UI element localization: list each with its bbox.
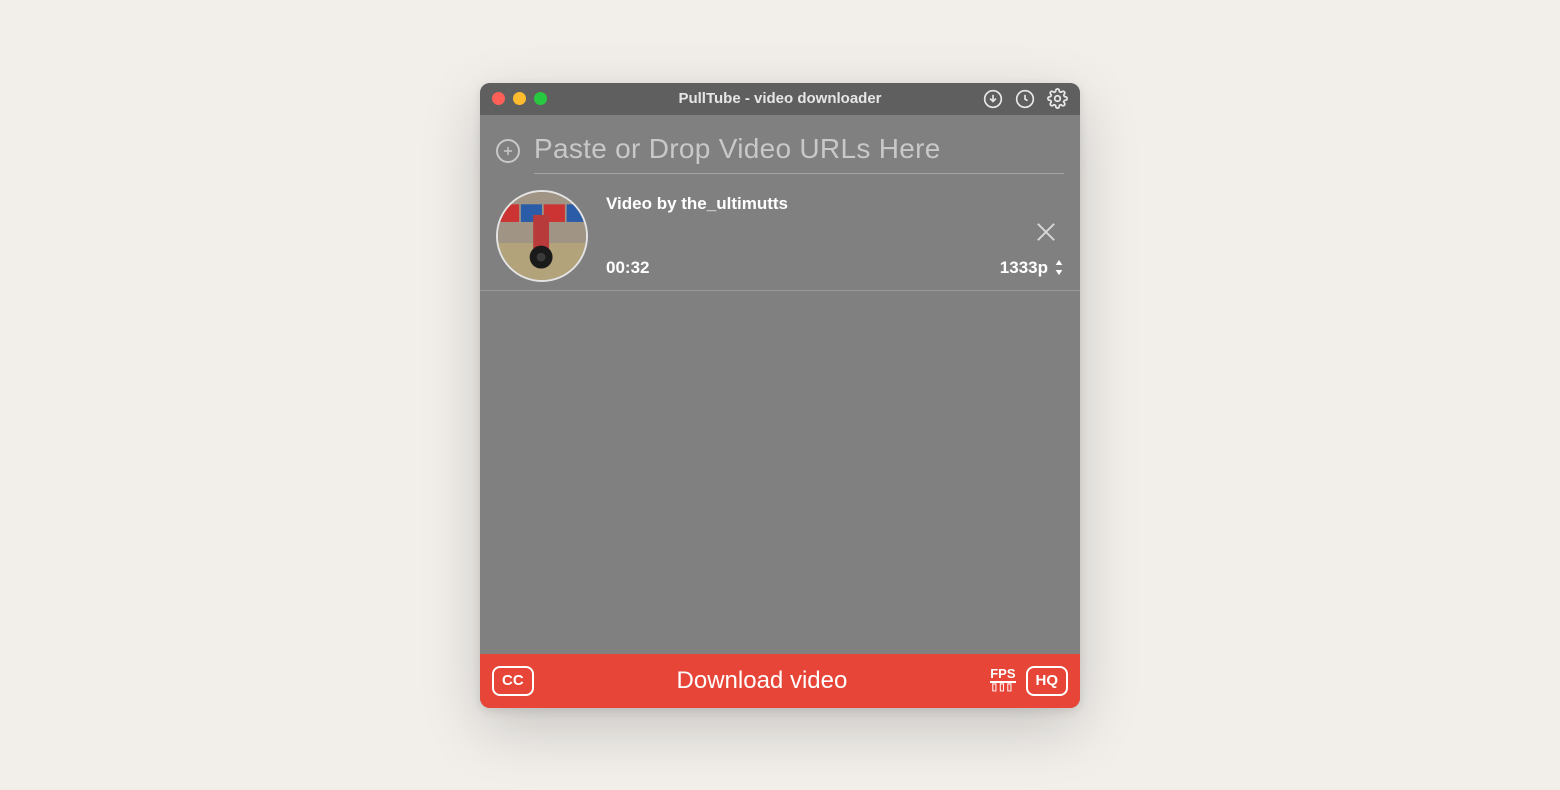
settings-icon[interactable] (1046, 88, 1068, 110)
fps-label: FPS (990, 666, 1015, 681)
hq-button[interactable]: HQ (1026, 666, 1069, 696)
traffic-lights (492, 92, 547, 105)
chevron-updown-icon (1054, 260, 1064, 275)
app-window: PullTube - video downloader (480, 83, 1080, 708)
close-window-button[interactable] (492, 92, 505, 105)
add-url-button[interactable] (496, 139, 520, 163)
titlebar-actions (982, 88, 1068, 110)
quality-selector[interactable]: 1333p (1000, 258, 1064, 278)
video-thumbnail[interactable] (496, 190, 588, 282)
zoom-window-button[interactable] (534, 92, 547, 105)
remove-item-button[interactable] (1032, 218, 1060, 251)
fps-button[interactable]: FPS ▯▯▯ (990, 669, 1015, 691)
url-input[interactable] (534, 129, 1064, 174)
history-icon[interactable] (1014, 88, 1036, 110)
minimize-window-button[interactable] (513, 92, 526, 105)
video-item: Video by the_ultimutts 00:32 1333p (480, 180, 1080, 291)
video-title: Video by the_ultimutts (606, 194, 1064, 214)
empty-area (480, 291, 1080, 654)
footer-bar: CC Download video FPS ▯▯▯ HQ (480, 654, 1080, 708)
downloads-icon[interactable] (982, 88, 1004, 110)
video-meta: Video by the_ultimutts 00:32 1333p (606, 190, 1064, 282)
download-button[interactable]: Download video (544, 667, 981, 695)
quality-label: 1333p (1000, 258, 1048, 278)
titlebar: PullTube - video downloader (480, 83, 1080, 115)
url-row (480, 115, 1080, 180)
video-duration: 00:32 (606, 258, 649, 278)
cc-button[interactable]: CC (492, 666, 534, 696)
film-icon: ▯▯▯ (990, 681, 1015, 692)
